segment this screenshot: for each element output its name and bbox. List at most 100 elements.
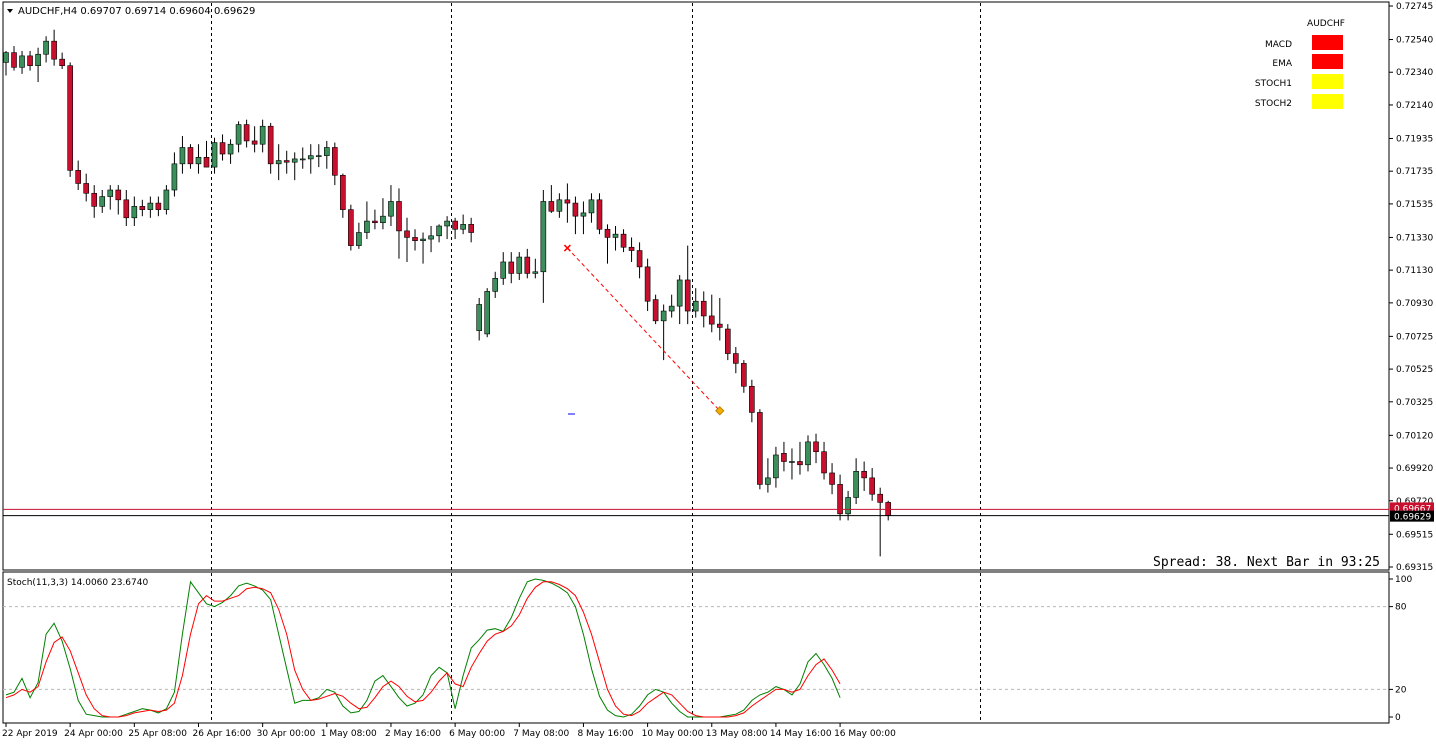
trading-chart[interactable]: 0.72745 0.72540 0.72340 0.72140 0.71935 0.717… xyxy=(0,0,1436,744)
time-tick-label: 22 Apr 2019 xyxy=(2,729,58,739)
bearish-candle xyxy=(708,315,715,325)
dashboard-label-stoch1: STOCH1 xyxy=(1255,79,1292,89)
bearish-candle xyxy=(821,451,827,474)
price-tick-label: 0.69515 xyxy=(1396,530,1433,540)
bearish-candle xyxy=(51,40,57,60)
spread-status: Spread: 38. Next Bar in 93:25 xyxy=(1153,555,1380,570)
bullish-candle xyxy=(211,142,218,168)
bearish-candle xyxy=(741,363,747,387)
time-axis: 22 Apr 2019 24 Apr 00:00 25 Apr 08:00 26 Ap… xyxy=(2,723,896,739)
bearish-candle xyxy=(620,233,627,248)
bullish-candle xyxy=(307,155,314,160)
bullish-candle xyxy=(668,305,675,312)
stoch-tick-label: 100 xyxy=(1395,575,1412,585)
time-tick-label: 26 Apr 16:00 xyxy=(192,729,251,739)
bullish-candle xyxy=(532,271,539,274)
bearish-candle xyxy=(829,472,835,485)
bearish-candle xyxy=(572,202,579,217)
bearish-candle xyxy=(283,160,290,163)
time-tick-label: 8 May 16:00 xyxy=(577,729,633,739)
bullish-candle xyxy=(773,454,779,479)
dashboard-label-ema: EMA xyxy=(1272,59,1292,69)
time-tick-label: 14 May 16:00 xyxy=(770,729,832,739)
dashboard-label-macd: MACD xyxy=(1265,40,1292,50)
bullish-candle xyxy=(460,224,466,230)
bullish-candle xyxy=(291,158,298,163)
price-panel-frame[interactable] xyxy=(2,1,1390,571)
bullish-candle xyxy=(388,201,394,217)
bullish-candle xyxy=(805,441,811,466)
bullish-candle xyxy=(131,206,138,219)
bullish-candle xyxy=(612,233,619,238)
time-tick-label: 6 May 00:00 xyxy=(449,729,505,739)
bullish-candle xyxy=(556,199,563,212)
dashboard-swatch-ema xyxy=(1312,54,1343,69)
bearish-candle xyxy=(508,261,515,274)
time-tick-label: 7 May 08:00 xyxy=(513,729,569,739)
bullish-candle xyxy=(35,53,41,66)
bullish-candle xyxy=(235,124,242,145)
price-tick-label: 0.70525 xyxy=(1396,365,1433,375)
bearish-candle xyxy=(452,220,458,230)
bullish-candle xyxy=(765,477,771,485)
bearish-candle xyxy=(604,228,611,238)
price-tick-label: 0.71130 xyxy=(1396,266,1433,276)
bearish-candle xyxy=(91,192,98,207)
bullish-candle xyxy=(323,147,330,156)
bearish-candle xyxy=(548,201,555,212)
bearish-candle xyxy=(404,230,410,238)
price-label-text: 0.69629 xyxy=(1394,513,1431,523)
bullish-candle xyxy=(380,215,386,224)
bearish-candle xyxy=(781,453,787,462)
price-tick-label: 0.71735 xyxy=(1396,167,1433,177)
bearish-candle xyxy=(700,300,707,317)
price-axis: 0.72745 0.72540 0.72340 0.72140 0.71935 0.717… xyxy=(1389,2,1433,573)
bearish-candle xyxy=(636,250,643,268)
bearish-candle xyxy=(749,385,755,413)
bullish-candle xyxy=(789,461,795,463)
bullish-candle xyxy=(356,232,362,246)
bearish-candle xyxy=(83,183,89,194)
bearish-candle xyxy=(596,199,603,230)
bullish-candle xyxy=(436,225,442,237)
dashboard-swatch-macd xyxy=(1312,35,1343,50)
bullish-candle xyxy=(315,155,322,157)
dashboard-title: AUDCHF xyxy=(1307,19,1345,29)
bullish-candle xyxy=(853,471,859,498)
bullish-candle xyxy=(171,163,178,191)
bearish-candle xyxy=(757,412,763,485)
bearish-candle xyxy=(115,189,122,201)
bullish-candle xyxy=(107,189,114,197)
bearish-candle xyxy=(139,206,146,210)
bullish-candle xyxy=(259,125,266,145)
bearish-candle xyxy=(869,477,875,495)
bullish-candle xyxy=(428,235,434,240)
bearish-candle xyxy=(267,125,274,165)
price-tick-label: 0.70120 xyxy=(1396,431,1433,441)
bearish-candle xyxy=(524,256,531,274)
bullish-candle xyxy=(444,220,450,227)
dashboard-label-stoch2: STOCH2 xyxy=(1255,99,1292,109)
bearish-candle xyxy=(155,202,162,210)
bullish-candle xyxy=(19,55,25,68)
dashboard-swatch-stoch1 xyxy=(1312,74,1343,89)
bearish-candle xyxy=(243,124,250,142)
bearish-candle xyxy=(75,170,81,184)
bullish-candle xyxy=(99,196,106,207)
bullish-candle xyxy=(676,279,683,307)
price-tick-label: 0.69315 xyxy=(1396,563,1433,573)
bearish-candle xyxy=(716,323,723,328)
bearish-candle xyxy=(644,266,651,302)
bearish-candle xyxy=(861,471,867,479)
bearish-candle xyxy=(251,140,258,145)
bearish-candle xyxy=(219,142,226,155)
bearish-candle xyxy=(123,199,130,219)
bullish-candle xyxy=(476,304,482,331)
stoch-panel-frame[interactable] xyxy=(2,571,1390,724)
time-tick-label: 13 May 08:00 xyxy=(706,729,768,739)
time-tick-label: 1 May 08:00 xyxy=(321,729,377,739)
price-tick-label: 0.71935 xyxy=(1396,134,1433,144)
price-tick-label: 0.72540 xyxy=(1396,36,1433,46)
bearish-candle xyxy=(652,299,659,322)
bearish-candle xyxy=(412,237,418,242)
